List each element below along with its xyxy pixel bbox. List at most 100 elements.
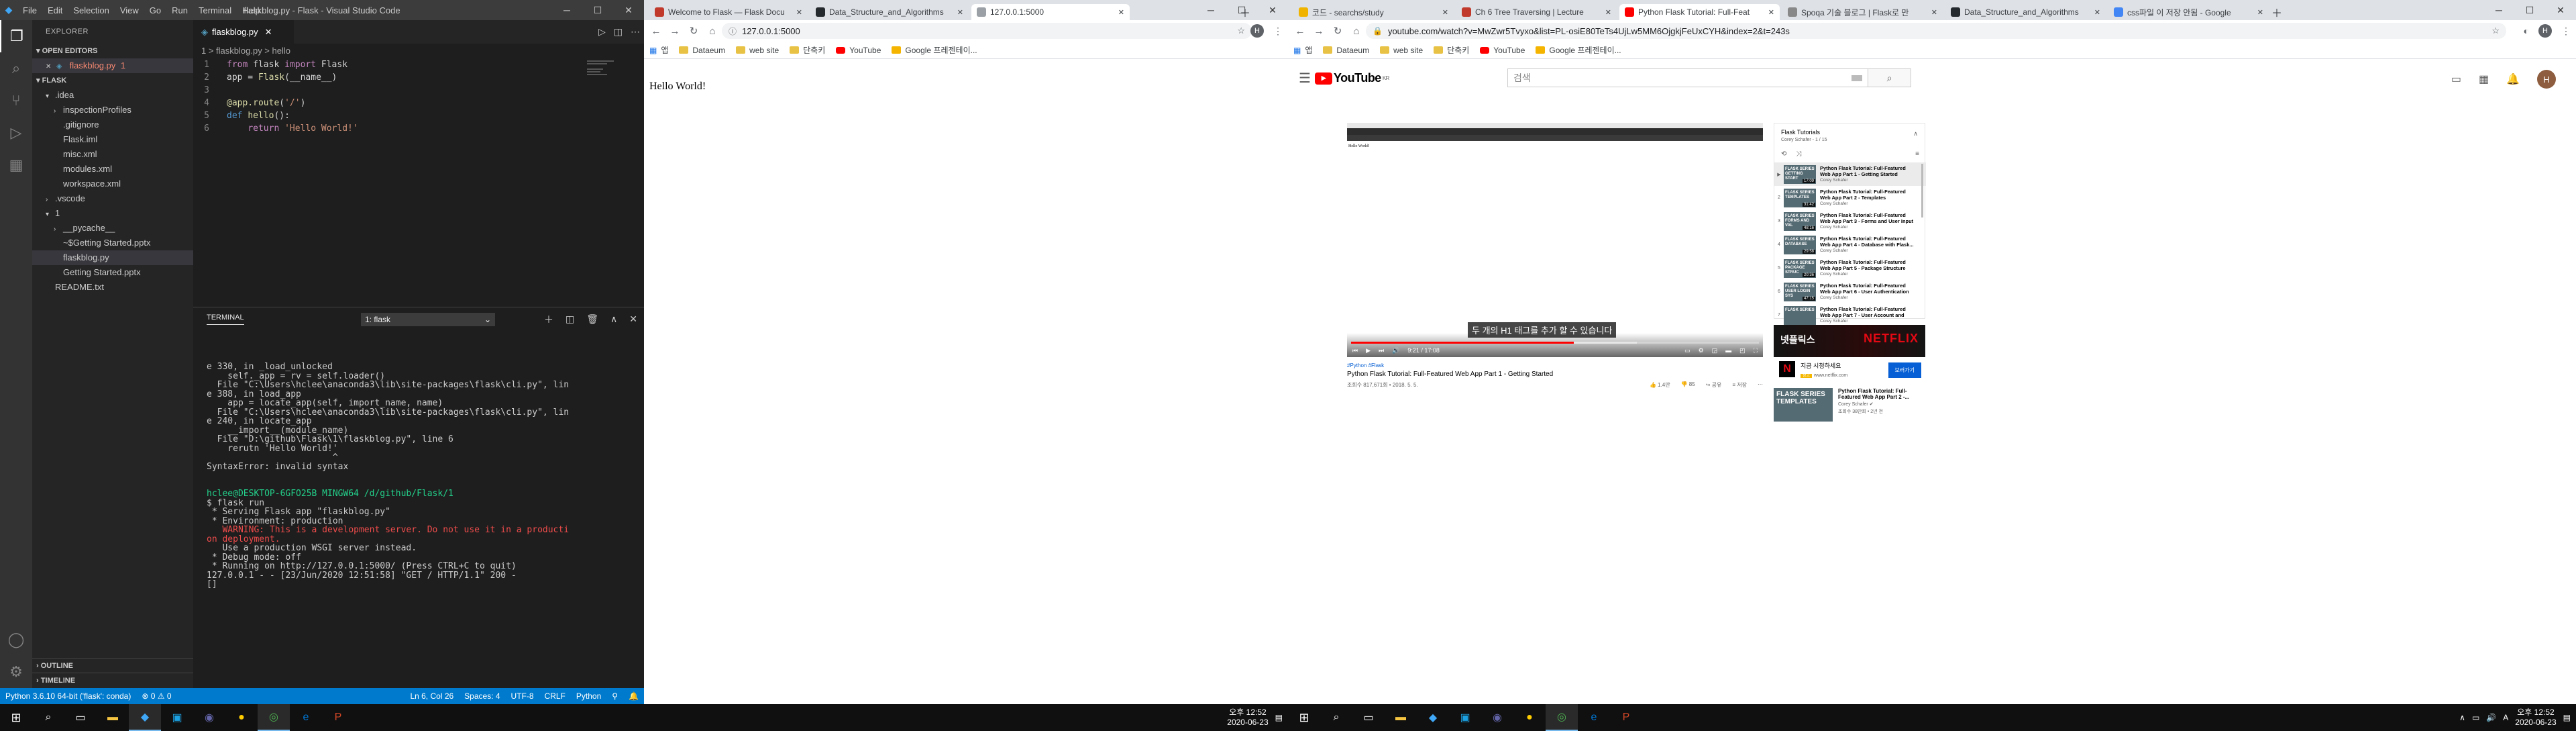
browser-tab[interactable]: Spoqa 기술 블로그 | Flask로 만 ✕ (1782, 4, 1943, 20)
playlist-scrollbar[interactable] (1921, 164, 1923, 217)
breadcrumb[interactable]: 1 > flaskblog.py > hello (193, 44, 644, 58)
notification-icon[interactable]: ▤ (2563, 713, 2571, 722)
app-icon[interactable]: ▣ (1449, 704, 1481, 731)
tab-close-icon[interactable]: ✕ (1114, 8, 1124, 17)
bookmark-item[interactable]: ▦ 앱 (644, 44, 674, 56)
bookmark-item[interactable]: web site (731, 46, 784, 55)
open-editor-item[interactable]: ✕ ◈ flaskblog.py 1 (32, 58, 193, 73)
bookmark-item[interactable]: Google 프레젠테이... (886, 44, 982, 56)
discord-icon[interactable]: ◉ (1481, 704, 1513, 731)
tree-item[interactable]: ~$Getting Started.pptx (32, 236, 193, 250)
home-icon[interactable]: ⌂ (1347, 26, 1366, 37)
network-icon[interactable]: ▭ (2472, 713, 2479, 722)
notification-icon[interactable]: ▤ (1275, 713, 1283, 722)
menu-item[interactable]: Run (166, 5, 193, 15)
tree-item[interactable]: › inspectionProfiles (32, 103, 193, 117)
bookmark-item[interactable]: 단축키 (784, 44, 830, 56)
tree-item[interactable]: Getting Started.pptx (32, 265, 193, 280)
bookmark-item[interactable]: Google 프레젠테이... (1530, 44, 1626, 56)
tab-close-icon[interactable]: ✕ (792, 8, 802, 17)
tree-item[interactable]: workspace.xml (32, 177, 193, 191)
explorer-icon[interactable]: ❐ (0, 20, 32, 52)
create-video-icon[interactable]: ▭ (2451, 72, 2461, 86)
windows-start-icon[interactable]: ⊞ (1288, 704, 1320, 731)
chevron-up-icon[interactable]: ∧ (1913, 130, 1918, 138)
address-bar[interactable]: ⓘ 127.0.0.1:5000 ☆ (722, 23, 1252, 39)
vscode-taskbar-icon[interactable]: ◆ (129, 704, 161, 731)
recommended-video[interactable]: FLASK SERIES TEMPLATES Python Flask Tuto… (1774, 388, 1925, 428)
settings-gear-icon[interactable]: ⚙ (0, 656, 32, 688)
close-icon[interactable]: ✕ (2545, 0, 2576, 20)
miniplayer-icon[interactable]: ◲ (1712, 347, 1718, 354)
avatar[interactable]: H (2538, 24, 2552, 38)
status-item[interactable]: CRLF (539, 691, 571, 701)
fullscreen-icon[interactable]: ⛶ (1754, 347, 1758, 354)
task-view-icon[interactable]: ▭ (64, 704, 97, 731)
browser-tab[interactable]: 코드 - searchs/study ✕ (1293, 4, 1454, 20)
playlist-item[interactable]: 3 FLASK SERIES FORMS AND VAL 48:16 Python F… (1774, 209, 1926, 233)
forward-icon[interactable]: → (665, 26, 684, 37)
maximize-icon[interactable]: ☐ (1226, 0, 1257, 20)
bookmark-item[interactable]: 단축키 (1428, 44, 1474, 56)
forward-icon[interactable]: → (1309, 26, 1328, 37)
ad-cta-button[interactable]: 보러가기 (1888, 362, 1921, 378)
tree-item[interactable]: flaskblog.py (32, 250, 193, 265)
bookmark-item[interactable]: Dataeum (674, 46, 731, 55)
menu-item[interactable]: Terminal (193, 5, 237, 15)
search-button[interactable]: ⌕ (1868, 69, 1911, 87)
search-input[interactable]: 검색 (1508, 69, 1868, 87)
status-item[interactable]: Python (571, 691, 606, 701)
bookmark-item[interactable]: web site (1375, 46, 1428, 55)
menu-kebab-icon[interactable]: ⋮ (1273, 26, 1283, 37)
tree-item[interactable]: misc.xml (32, 147, 193, 162)
tab-close-icon[interactable]: ✕ (2253, 8, 2263, 17)
bookmark-item[interactable]: ▦ 앱 (1288, 44, 1318, 56)
status-item[interactable]: 🔔 (623, 691, 644, 701)
terminal-output[interactable]: e 330, in _load_unlocked self._app = rv … (207, 362, 636, 589)
menu-item[interactable]: View (115, 5, 144, 15)
minimize-icon[interactable]: ─ (551, 0, 582, 20)
playlist-item[interactable]: 6 FLASK SERIES USER LOGIN SYS 47:15 Python … (1774, 280, 1926, 303)
progress-bar[interactable] (1351, 342, 1759, 344)
search-icon[interactable]: ⌕ (32, 704, 64, 731)
chrome-taskbar-icon[interactable]: ◎ (258, 704, 290, 731)
tree-item[interactable]: ▾ .idea (32, 88, 193, 103)
editor-tab[interactable]: ◈ flaskblog.py ✕ (193, 20, 294, 44)
minimap[interactable] (587, 60, 627, 87)
close-editor-icon[interactable]: ✕ (46, 63, 51, 70)
chrome-taskbar-icon[interactable]: ◎ (1546, 704, 1578, 731)
menu-item[interactable]: Selection (68, 5, 114, 15)
close-icon[interactable]: ✕ (1257, 0, 1288, 20)
status-item[interactable]: Spaces: 4 (459, 691, 505, 701)
next-icon[interactable]: ⏭ (1379, 347, 1384, 354)
hashtags[interactable]: #Python #Flask (1347, 362, 1763, 369)
folder-section[interactable]: ▾ FLASK (32, 73, 193, 88)
tab-close-icon[interactable]: ✕ (1764, 8, 1774, 17)
clock[interactable]: 오후 12:52 2020-06-23 (2515, 708, 2556, 728)
vscode-taskbar-icon[interactable]: ◆ (1417, 704, 1449, 731)
notifications-bell-icon[interactable]: 🔔 (2506, 72, 2520, 86)
reload-icon[interactable]: ↻ (684, 25, 703, 37)
save-button[interactable]: ≡ 저장 (1732, 381, 1747, 389)
bookmark-star-icon[interactable]: ☆ (2491, 26, 2500, 36)
playlist-item[interactable]: ▶ FLASK SERIES GETTING START 17:09 Python F… (1774, 162, 1926, 186)
hamburger-menu-icon[interactable]: ☰ (1299, 70, 1311, 87)
task-view-icon[interactable]: ▭ (1352, 704, 1385, 731)
address-bar[interactable]: 🔒 youtube.com/watch?v=MwZwr5Tvyxo&list=P… (1366, 23, 2506, 39)
python-interpreter[interactable]: Python 3.6.10 64-bit ('flask': conda) (0, 691, 136, 701)
bookmark-item[interactable]: YouTube (830, 46, 886, 55)
split-editor-icon[interactable]: ◫ (614, 26, 623, 38)
bookmark-item[interactable]: Dataeum (1318, 46, 1375, 55)
tree-item[interactable]: .gitignore (32, 117, 193, 132)
volume-icon[interactable]: 🔊 (2486, 713, 2496, 722)
cast-icon[interactable]: ◰ (1739, 347, 1746, 354)
browser-tab[interactable]: css파일 이 저장 안됨 - Google ✕ (2108, 4, 2269, 20)
browser-tab[interactable]: Welcome to Flask — Flask Docu ✕ (649, 4, 808, 20)
browser-tab[interactable]: 127.0.0.1:5000 ✕ (971, 4, 1130, 20)
minimize-icon[interactable]: ─ (1195, 0, 1226, 20)
status-item[interactable]: ⚲ (606, 691, 623, 701)
split-terminal-icon[interactable]: ◫ (566, 313, 574, 325)
powerpoint-icon[interactable]: P (322, 704, 354, 731)
loop-icon[interactable]: ⟲ (1781, 150, 1786, 158)
tray-chevron-icon[interactable]: ∧ (2459, 713, 2465, 722)
